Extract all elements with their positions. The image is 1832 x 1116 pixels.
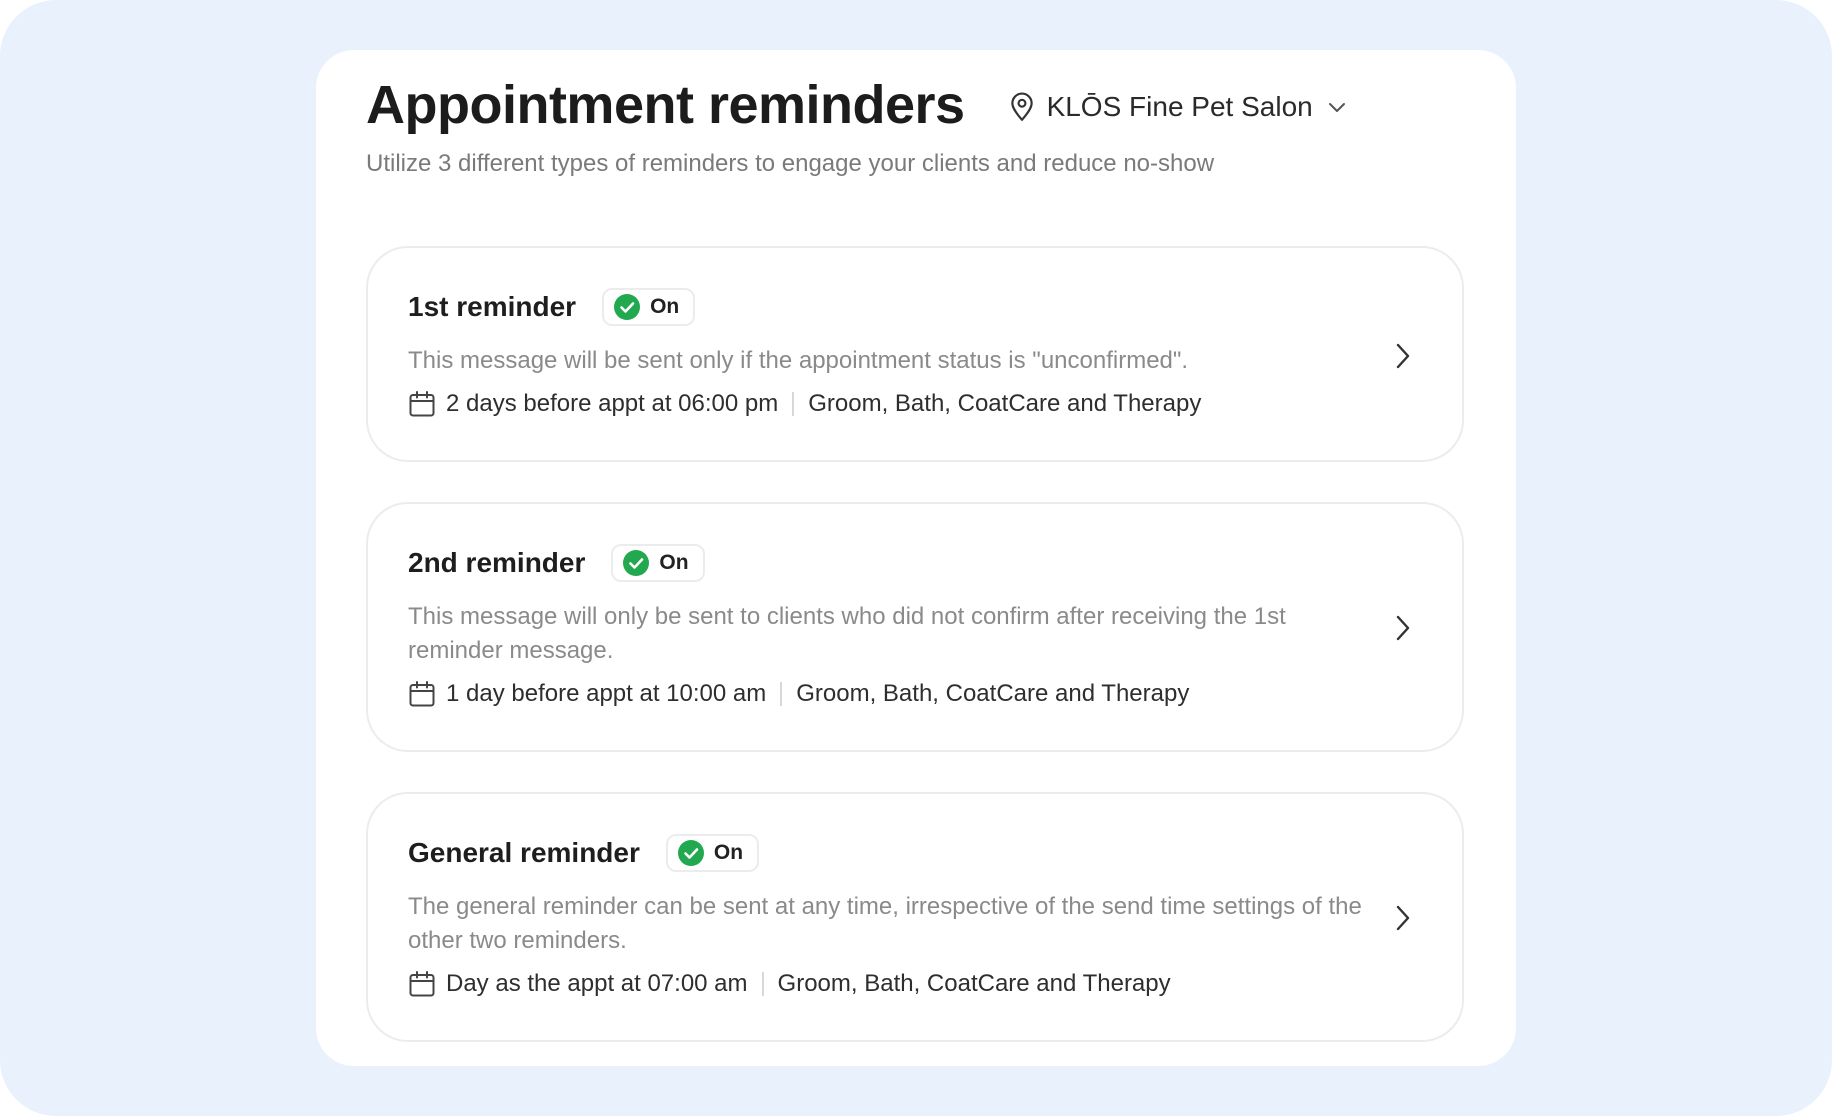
reminder-card-general[interactable]: General reminder On The general reminder…	[366, 792, 1464, 1042]
status-badge: On	[602, 288, 696, 326]
card-title: 2nd reminder	[408, 547, 586, 578]
location-selector[interactable]: KLŌS Fine Pet Salon	[1009, 91, 1347, 123]
status-text: On	[659, 551, 689, 574]
status-text: On	[713, 841, 744, 864]
status-badge: On	[611, 544, 705, 582]
page-subtitle: Utilize 3 different types of reminders t…	[366, 150, 1215, 177]
schedule-text: 2 days before appt at 06:00 pm	[446, 390, 779, 417]
services-text: Groom, Bath, CoatCare and Therapy	[777, 970, 1171, 997]
card-description: This message will only be sent to client…	[408, 603, 1286, 664]
card-title-row: 2nd reminder On	[408, 544, 705, 582]
card-description: The general reminder can be sent at any …	[408, 893, 1362, 954]
location-name: KLŌS Fine Pet Salon	[1046, 91, 1313, 122]
card-title: General reminder	[408, 837, 640, 868]
divider	[761, 972, 764, 996]
card-description: This message will be sent only if the ap…	[408, 347, 1189, 374]
chevron-right-icon	[1396, 905, 1410, 931]
check-circle-icon	[677, 840, 704, 866]
check-circle-icon	[614, 294, 641, 320]
check-circle-icon	[623, 550, 650, 576]
schedule-text: Day as the appt at 07:00 am	[446, 970, 748, 997]
status-badge: On	[665, 834, 760, 872]
card-schedule-row: 1 day before appt at 10:00 am Groom, Bat…	[408, 680, 1189, 708]
map-pin-icon	[1010, 92, 1033, 121]
reminder-card-second[interactable]: 2nd reminder On This message will only b…	[366, 502, 1464, 752]
card-title-row: General reminder On	[408, 834, 760, 872]
card-title: 1st reminder	[408, 291, 577, 322]
page-title: Appointment reminders	[366, 75, 965, 135]
card-schedule-row: Day as the appt at 07:00 am Groom, Bath,…	[408, 970, 1171, 998]
divider	[780, 682, 783, 706]
calendar-icon	[409, 681, 435, 707]
app-background: Appointment reminders KLŌS Fine Pet Salo…	[0, 0, 1832, 1116]
chevron-right-icon	[1396, 615, 1410, 641]
page-header: Appointment reminders KLŌS Fine Pet Salo…	[366, 78, 1347, 132]
card-schedule-row: 2 days before appt at 06:00 pm Groom, Ba…	[408, 390, 1201, 418]
services-text: Groom, Bath, CoatCare and Therapy	[796, 680, 1190, 707]
reminders-panel: Appointment reminders KLŌS Fine Pet Salo…	[316, 50, 1516, 1066]
schedule-text: 1 day before appt at 10:00 am	[446, 680, 767, 707]
chevron-right-icon	[1396, 343, 1410, 369]
services-text: Groom, Bath, CoatCare and Therapy	[808, 390, 1202, 417]
card-title-row: 1st reminder On	[408, 288, 696, 326]
calendar-icon	[409, 971, 435, 997]
chevron-down-icon	[1328, 103, 1345, 112]
reminder-card-first[interactable]: 1st reminder On This message will be sen…	[366, 246, 1464, 462]
status-text: On	[650, 295, 680, 318]
calendar-icon	[409, 391, 435, 417]
divider	[792, 392, 795, 416]
